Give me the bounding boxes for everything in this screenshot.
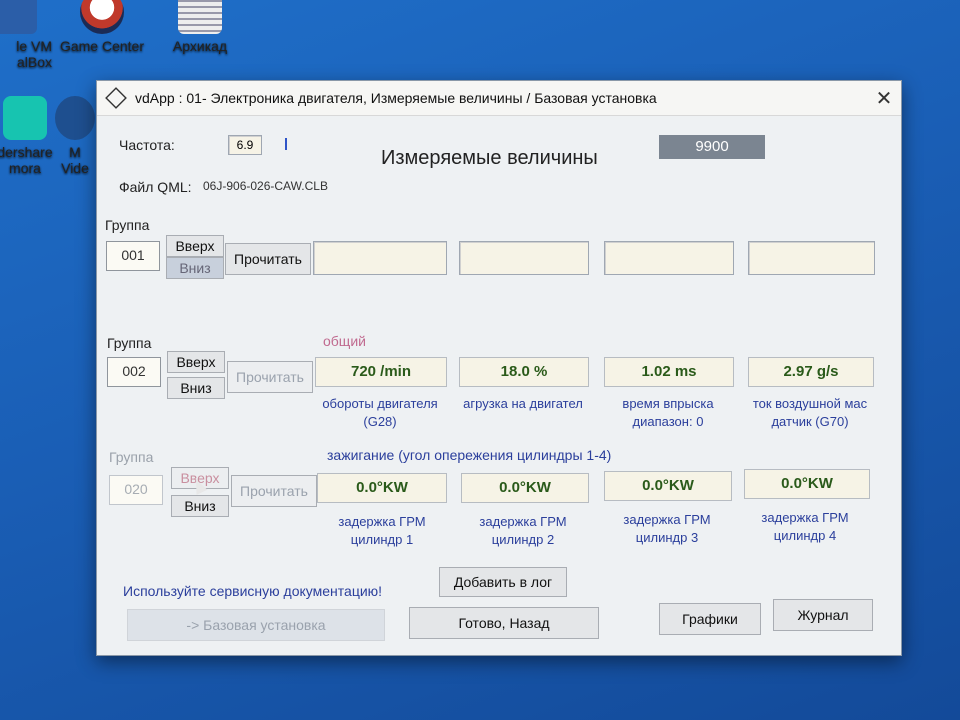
- section-title: общий: [323, 333, 366, 349]
- read-button[interactable]: Прочитать: [231, 475, 317, 507]
- desktop-icon-game-center[interactable]: Game Center: [57, 0, 147, 54]
- video-icon: [55, 96, 95, 140]
- basic-setting-button[interactable]: -> Базовая установка: [127, 609, 385, 641]
- desktop-icon-label: M Vide: [61, 144, 89, 176]
- frequency-value-text: 6.9: [236, 138, 254, 152]
- measurement-caption: обороты двигателя (G28): [322, 396, 438, 429]
- measurement-caption: задержка ГРМ цилиндр 3: [623, 512, 711, 545]
- archicad-icon: [178, 0, 222, 34]
- desktop-icon-label: le VM alBox: [16, 38, 52, 70]
- group-up-button[interactable]: Вверх: [167, 351, 225, 373]
- measurement-field: [604, 241, 734, 275]
- frequency-label: Частота:: [119, 137, 175, 153]
- virtualbox-icon: [0, 0, 37, 34]
- measurement-value: 2.97 g/s: [748, 357, 874, 387]
- measurement-caption: задержка ГРМ цилиндр 1: [338, 514, 426, 547]
- vdapp-window: vdApp : 01- Электроника двигателя, Измер…: [96, 80, 902, 656]
- counter-value: 9900: [695, 138, 729, 155]
- journal-button[interactable]: Журнал: [773, 599, 873, 631]
- graphs-button[interactable]: Графики: [659, 603, 761, 635]
- group-label: Группа: [107, 335, 152, 351]
- frequency-indicator: [285, 138, 287, 150]
- measurement-field: [459, 241, 589, 275]
- measurement-value: 0.0°KW: [744, 469, 870, 499]
- filmora-icon: [3, 96, 47, 140]
- app-icon: [105, 87, 127, 109]
- done-back-button[interactable]: Готово, Назад: [409, 607, 599, 639]
- measurement-field: [313, 241, 447, 275]
- desktop-icon-video[interactable]: M Vide: [52, 96, 98, 176]
- page-title: Измеряемые величины: [381, 147, 598, 169]
- measurement-value: 0.0°KW: [461, 473, 589, 503]
- group-number-input[interactable]: 020: [109, 475, 163, 505]
- measurement-caption: агрузка на двигател: [463, 396, 583, 411]
- measurement-value: 0.0°KW: [604, 471, 732, 501]
- group-up-button[interactable]: Вверх: [166, 235, 224, 257]
- desktop-icon-label: Game Center: [59, 38, 145, 54]
- counter-display: 9900: [659, 135, 765, 159]
- measurement-caption: время впрыска диапазон: 0: [622, 396, 714, 429]
- close-icon[interactable]: ✕: [867, 86, 901, 111]
- measurement-caption: задержка ГРМ цилиндр 2: [479, 514, 567, 547]
- file-label: Файл QML:: [119, 179, 192, 195]
- add-to-log-button[interactable]: Добавить в лог: [439, 567, 567, 597]
- measurement-value: 0.0°KW: [317, 473, 447, 503]
- read-button[interactable]: Прочитать: [227, 361, 313, 393]
- group-number-input[interactable]: 001: [106, 241, 160, 271]
- read-button[interactable]: Прочитать: [225, 243, 311, 275]
- measurement-caption: ток воздушной мас датчик (G70): [752, 396, 868, 429]
- group-down-button[interactable]: Вниз: [171, 495, 229, 517]
- desktop-icon-virtualbox[interactable]: le VM alBox: [0, 0, 60, 70]
- group-down-button[interactable]: Вниз: [167, 377, 225, 399]
- file-value: 06J-906-026-CAW.CLB: [203, 179, 328, 193]
- title-bar: vdApp : 01- Электроника двигателя, Измер…: [97, 81, 901, 116]
- group-number-input[interactable]: 002: [107, 357, 161, 387]
- measurement-value: 1.02 ms: [604, 357, 734, 387]
- measurement-value: 720 /min: [315, 357, 447, 387]
- measurement-value: 18.0 %: [459, 357, 589, 387]
- service-note: Используйте сервисную документацию!: [123, 583, 383, 599]
- frequency-value: 6.9: [228, 135, 262, 155]
- window-title: vdApp : 01- Электроника двигателя, Измер…: [135, 90, 657, 106]
- group-label: Группа: [109, 449, 154, 465]
- desktop-icon-label: Архикад: [172, 38, 228, 54]
- game-center-icon: [80, 0, 124, 34]
- group-label: Группа: [105, 217, 150, 233]
- desktop-icon-archicad[interactable]: Архикад: [155, 0, 245, 54]
- measurement-caption: задержка ГРМ цилиндр 4: [761, 510, 849, 543]
- section-title: зажигание (угол опережения цилиндры 1-4): [327, 447, 612, 463]
- group-down-button[interactable]: Вниз: [166, 257, 224, 279]
- measurement-field: [748, 241, 875, 275]
